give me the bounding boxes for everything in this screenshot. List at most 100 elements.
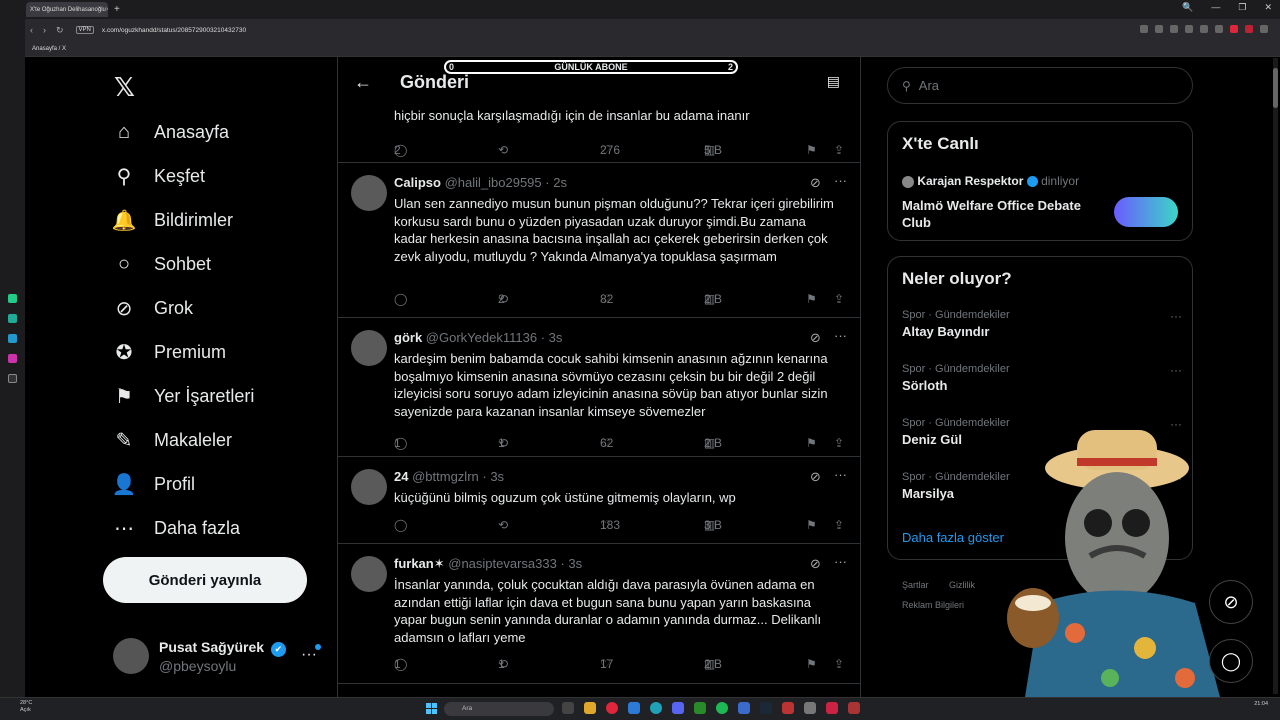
taskbar-search[interactable]: Ara [444,702,554,716]
xbox-icon[interactable] [694,702,706,714]
more-icon[interactable]: ··· [1170,309,1182,323]
messages-float-button[interactable]: ◯ [1209,639,1253,683]
ads-info-link[interactable]: Reklam Bilgileri [902,600,964,610]
more-icon[interactable]: ··· [1170,363,1182,377]
nav-item-7[interactable]: ✎ Makaleler [112,425,232,455]
back-nav-icon[interactable]: ‹ [30,25,33,36]
avatar[interactable] [351,175,387,211]
post-button[interactable]: Gönderi yayınla [103,557,307,603]
start-icon[interactable] [426,703,437,714]
tab-close-icon[interactable]: × [106,7,108,13]
telegram-icon[interactable] [8,334,17,343]
nav-item-5[interactable]: ✪ Premium [112,337,226,367]
space-title[interactable]: Malmö Welfare Office Debate Club [902,197,1102,231]
steam-icon[interactable] [760,702,772,714]
taskbar-app-icon[interactable] [826,702,838,714]
author-handle[interactable]: @GorkYedek11136 [426,330,537,345]
close-window-button[interactable]: ✕ [1264,2,1272,13]
taskbar-app-icon[interactable] [584,702,596,714]
nav-item-2[interactable]: 🔔 Bildirimler [112,205,233,235]
reader-mode-icon[interactable]: ▤ [827,73,840,90]
search-box[interactable]: ⚲ Ara [887,67,1193,104]
avatar[interactable] [351,330,387,366]
grok-icon[interactable]: ⊘ [810,469,821,485]
tweet-time[interactable]: · 3s [560,556,582,571]
grok-icon[interactable]: ⊘ [810,330,821,346]
taskbar-app-icon[interactable] [562,702,574,714]
author-name[interactable]: görk [394,330,422,345]
extension-icon[interactable] [1155,25,1163,33]
tweet[interactable]: hiçbir sonuçla karşılaşmadığı için de in… [338,93,860,163]
terms-link[interactable]: Şartlar [902,580,929,590]
more-icon[interactable]: ··· [834,328,847,343]
taskbar-app-icon[interactable] [672,702,684,714]
grok-icon[interactable]: ⊘ [810,556,821,572]
scrollbar-thumb[interactable] [1273,68,1278,108]
extension-icon[interactable] [1185,25,1193,33]
account-switcher[interactable]: Pusat Sağyürek ✔ @pbeysoylu ··· [113,636,323,680]
spotify-icon[interactable] [716,702,728,714]
tweet[interactable]: 24 @bttmgzlrn · 3s ⊘ ··· küçüğünü bilmiş og… [338,457,860,544]
nav-item-3[interactable]: ○ Sohbet [112,249,211,279]
minimize-button[interactable]: — [1211,2,1220,13]
more-icon[interactable]: ··· [834,173,847,188]
tweet[interactable]: görk @GorkYedek11136 · 3s ⊘ ··· kardeşim be… [338,318,860,457]
privacy-link[interactable]: Gizlilik [949,580,975,590]
reload-icon[interactable]: ↻ [56,25,64,36]
new-tab-button[interactable]: + [114,4,120,15]
browser-search-icon[interactable]: 🔍 [1182,2,1193,13]
edge-icon[interactable] [650,702,662,714]
bookmark-item[interactable]: Anasayfa / X [32,46,66,52]
tweet[interactable]: Calipso @halil_ibo29595 · 2s ⊘ ··· Ulan sen… [338,163,860,318]
live-host[interactable]: Karajan Respektor dinliyor [902,174,1079,188]
menu-icon[interactable] [1260,25,1268,33]
instagram-icon[interactable] [8,354,17,363]
trend-item[interactable]: Spor · Gündemdekiler Sörloth ··· [902,363,1182,393]
forward-nav-icon[interactable]: › [43,25,46,36]
nav-item-4[interactable]: ⊘ Grok [112,293,193,323]
author-handle[interactable]: @halil_ibo29595 [445,175,542,190]
author-name[interactable]: Calipso [394,175,441,190]
author-name[interactable]: 24 [394,469,408,484]
taskbar-app-icon[interactable] [848,702,860,714]
trend-item[interactable]: Spor · Gündemdekiler Altay Bayındır ··· [902,309,1182,339]
weather-widget[interactable]: 28°C Açık [20,700,32,714]
grok-icon[interactable]: ⊘ [810,175,821,191]
extension-icon[interactable] [1245,25,1253,33]
avatar[interactable] [351,469,387,505]
more-icon[interactable]: ··· [834,554,847,569]
messenger-icon[interactable] [8,314,17,323]
live-space-badge[interactable] [1114,197,1178,227]
opera-icon[interactable] [606,702,618,714]
extension-icon[interactable] [1215,25,1223,33]
whatsapp-icon[interactable] [8,294,17,303]
browser-tab[interactable]: X'te Oğuzhan Delihasanoğlu × [26,2,108,17]
tweet-time[interactable]: · 3s [541,330,563,345]
nav-item-0[interactable]: ⌂ Anasayfa [112,117,229,147]
x-app-icon[interactable] [8,374,17,383]
avatar[interactable] [351,556,387,592]
nav-item-8[interactable]: 👤 Profil [112,469,195,499]
extension-icon[interactable] [1140,25,1148,33]
author-handle[interactable]: @bttmgzlrn [412,469,479,484]
back-arrow-icon[interactable]: ← [354,72,372,93]
taskbar-clock[interactable]: 21:04 [1254,701,1268,708]
x-logo[interactable]: 𝕏 [114,72,135,103]
tweet-time[interactable]: · 2s [545,175,567,190]
author-name[interactable]: furkan✶ [394,556,445,571]
author-handle[interactable]: @nasiptevarsa333 [448,556,557,571]
taskbar-app-icon[interactable] [804,702,816,714]
more-icon[interactable]: ··· [834,467,847,482]
account-more-icon[interactable]: ··· [301,646,317,664]
taskbar-app-icon[interactable] [738,702,750,714]
taskbar-app-icon[interactable] [628,702,640,714]
vpn-badge[interactable]: VPN [75,26,94,34]
page-scrollbar[interactable] [1273,58,1278,694]
extension-icon[interactable] [1230,25,1238,33]
url-field[interactable]: x.com/oguzkhandd/status/2085729003210432… [102,27,246,34]
grok-float-button[interactable]: ⊘ [1209,580,1253,624]
nav-item-1[interactable]: ⚲ Keşfet [112,161,205,191]
maximize-button[interactable]: ❐ [1238,2,1246,13]
tweet[interactable]: furkan✶ @nasiptevarsa333 · 3s ⊘ ··· İnsanla… [338,544,860,684]
nav-item-9[interactable]: ⋯ Daha fazla [112,513,240,543]
